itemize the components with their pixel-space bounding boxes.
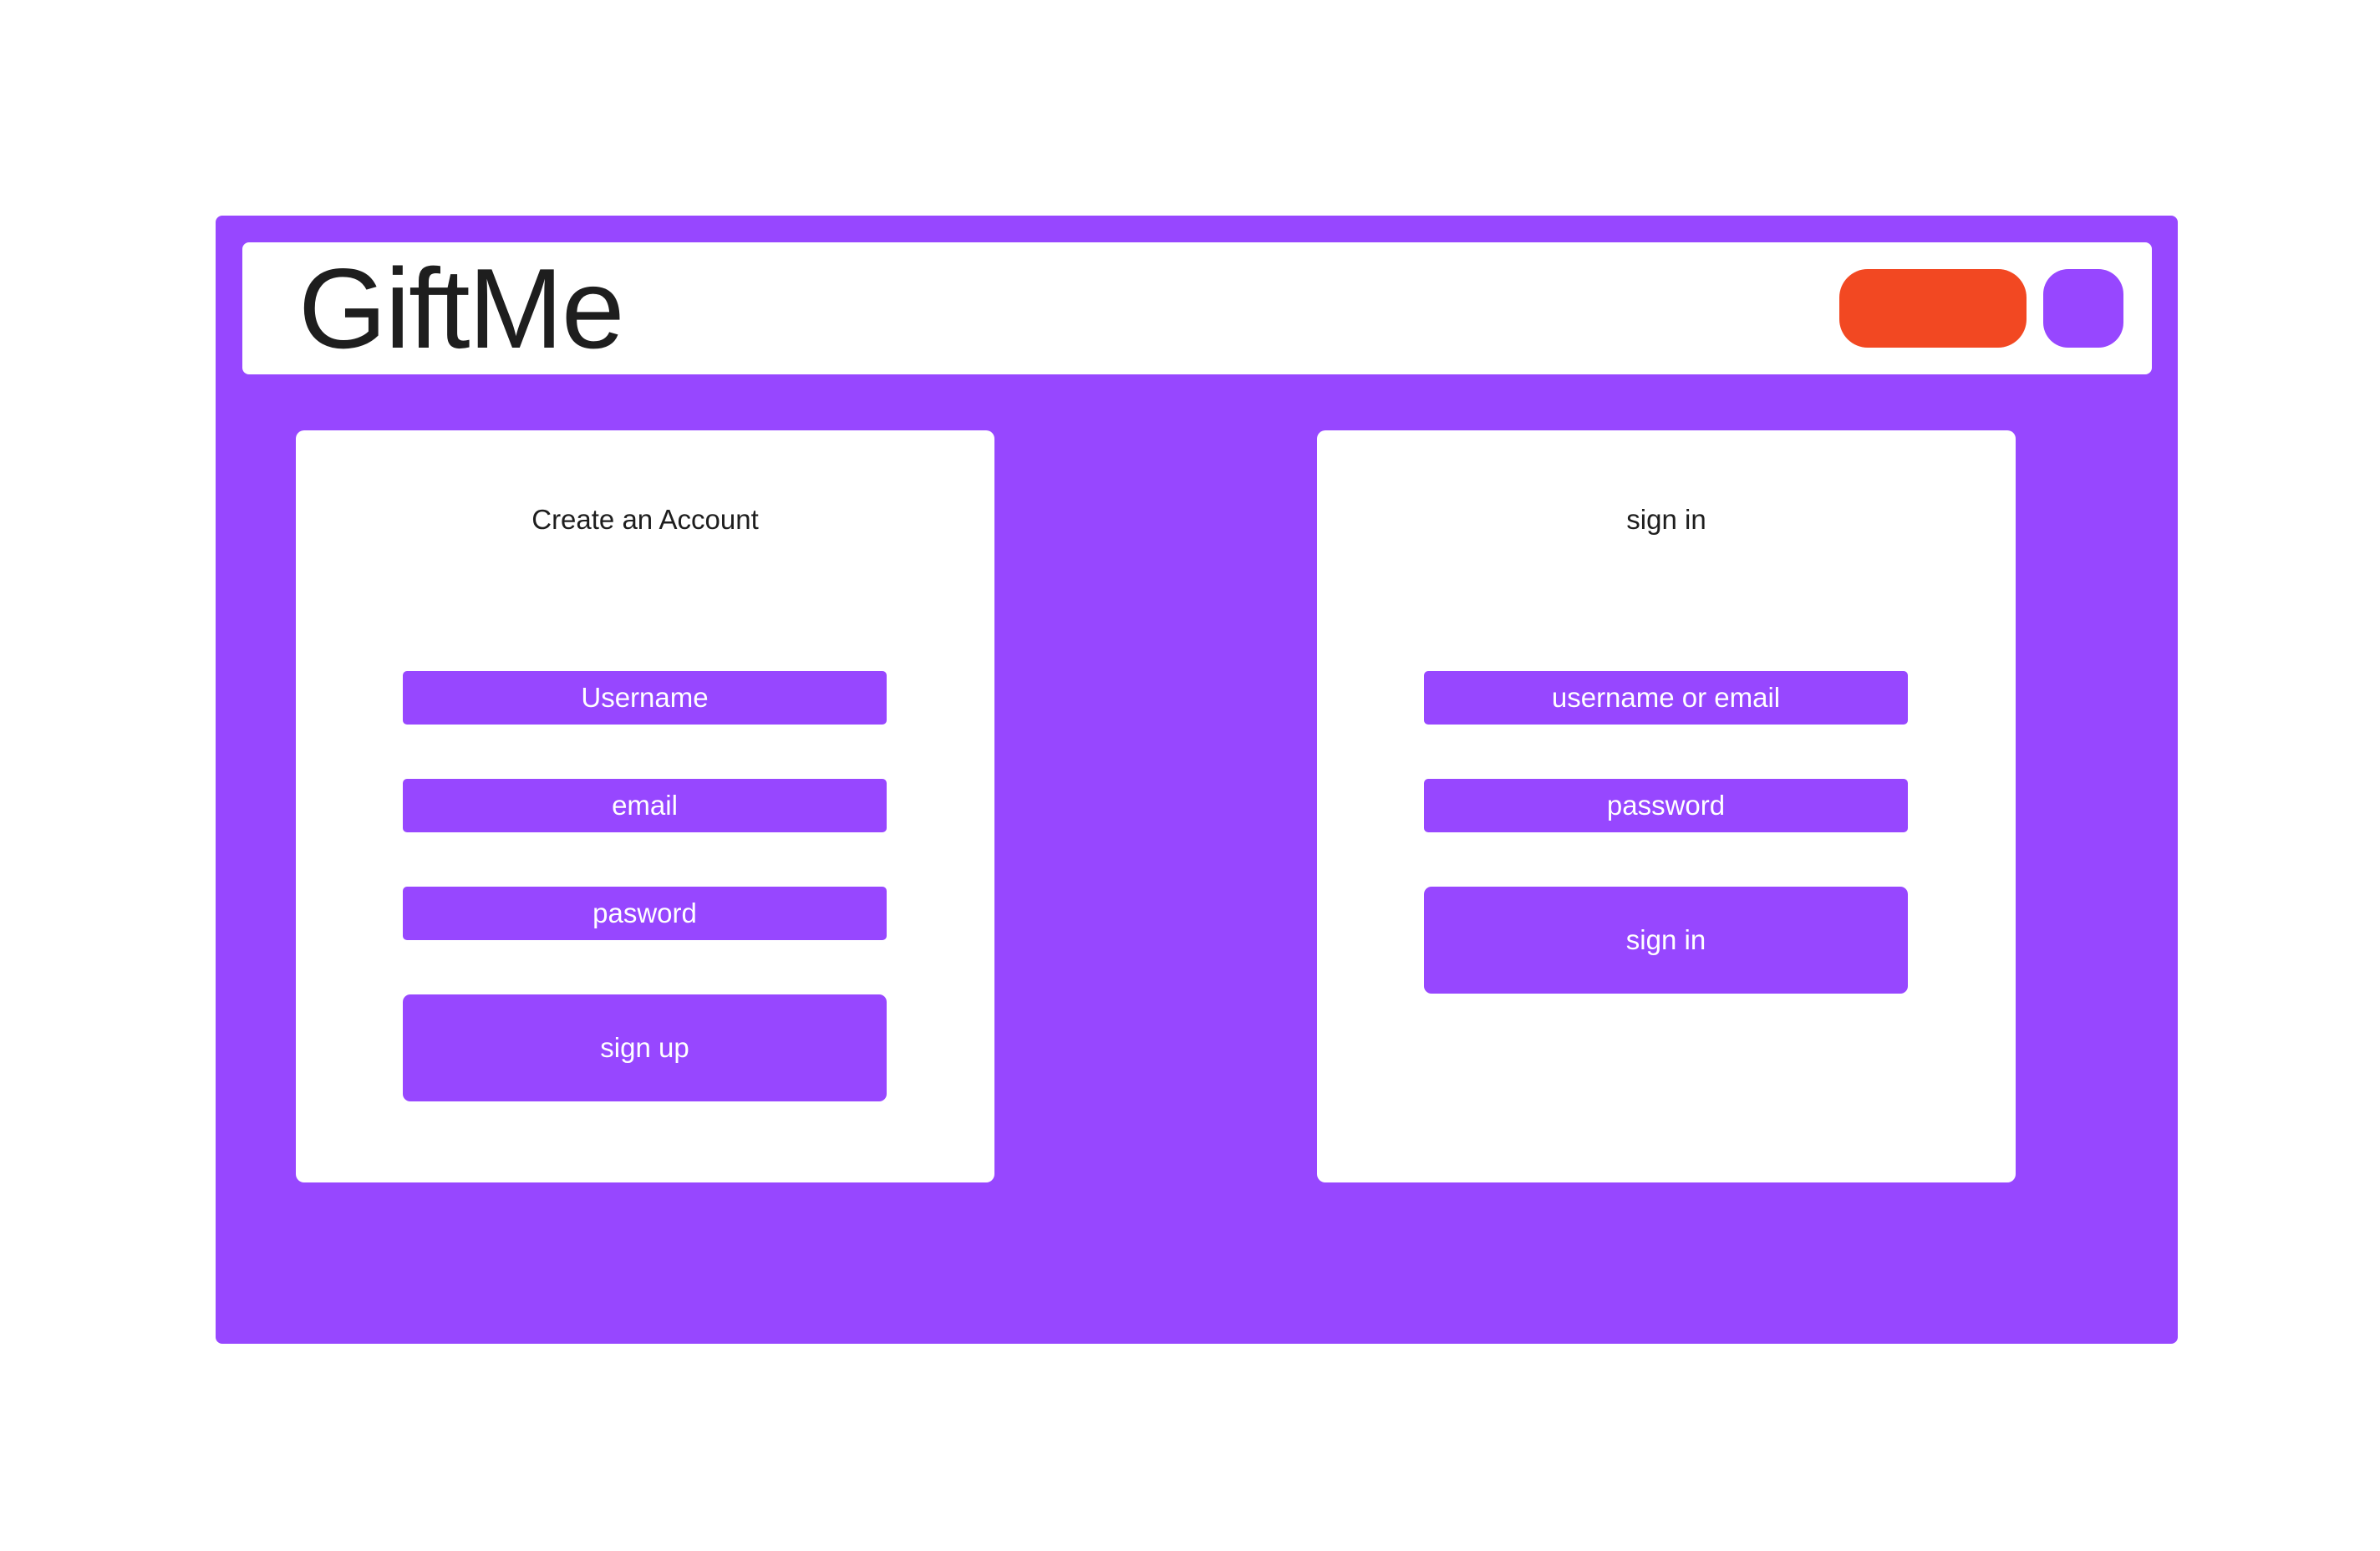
header-bar: GiftMe	[242, 242, 2152, 374]
sign-in-title: sign in	[1626, 504, 1706, 535]
sign-up-button[interactable]: sign up	[403, 994, 887, 1101]
signup-username-field[interactable]: Username	[403, 671, 887, 725]
create-account-panel: Create an Account Username email pasword…	[296, 430, 994, 1182]
sign-in-button[interactable]: sign in	[1424, 887, 1908, 994]
signin-password-field[interactable]: password	[1424, 779, 1908, 832]
create-account-title: Create an Account	[531, 504, 759, 535]
header-action-button[interactable]	[1839, 269, 2027, 348]
sign-in-panel: sign in username or email password sign …	[1317, 430, 2016, 1182]
app-frame: GiftMe Create an Account Username email …	[216, 216, 2178, 1344]
signup-email-field[interactable]: email	[403, 779, 887, 832]
app-title: GiftMe	[298, 245, 624, 372]
header-profile-button[interactable]	[2043, 269, 2123, 348]
signin-identifier-field[interactable]: username or email	[1424, 671, 1908, 725]
signup-password-field[interactable]: pasword	[403, 887, 887, 940]
